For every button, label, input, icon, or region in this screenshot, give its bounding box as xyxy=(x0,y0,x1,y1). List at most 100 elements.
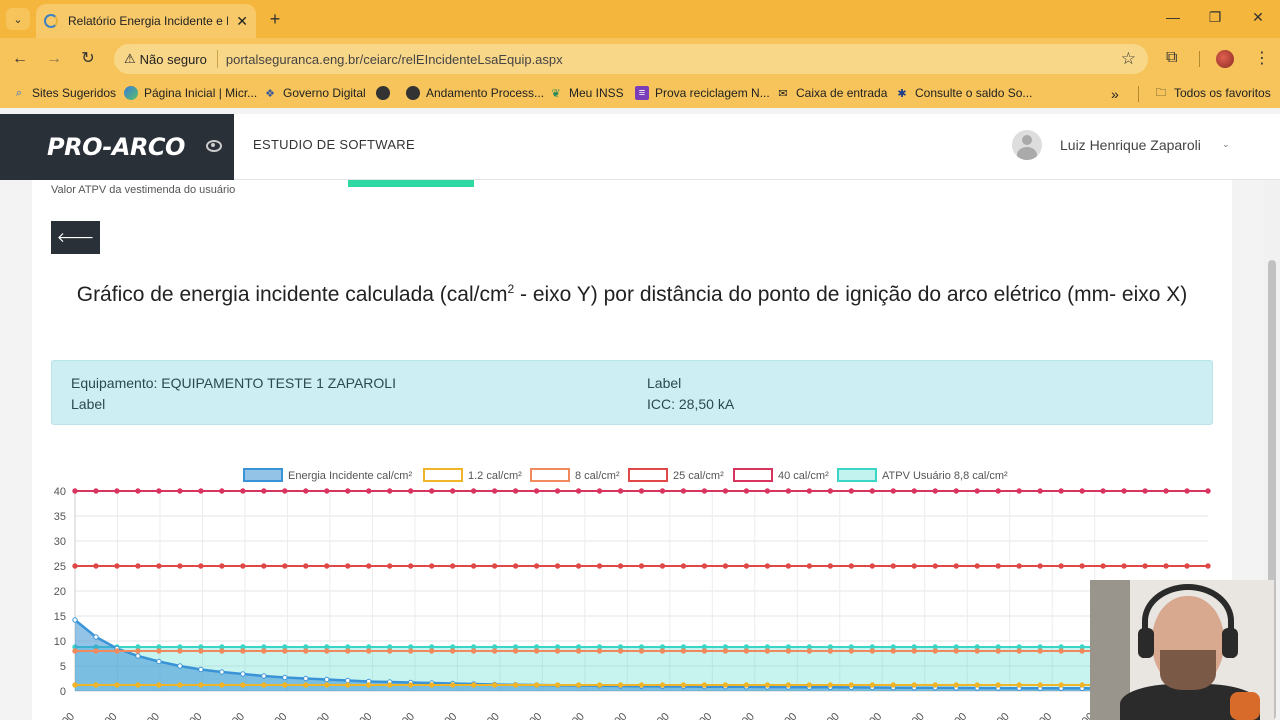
forward-arrow-icon[interactable]: → xyxy=(44,49,64,69)
edge-icon xyxy=(124,86,138,100)
series-limit-1-point xyxy=(785,682,792,688)
series-limit-3-point xyxy=(1184,563,1190,569)
series-limit-2-point xyxy=(680,648,687,654)
series-limit-1-point xyxy=(114,682,120,688)
toolbar-divider xyxy=(1199,51,1200,67)
bookmark-caixa-entrada[interactable]: ✉ Caixa de entrada xyxy=(776,86,887,100)
series-limit-1-point xyxy=(596,682,603,688)
series-limit-4-point xyxy=(827,488,834,494)
series-limit-1-point xyxy=(470,682,477,688)
series-limit-3-point xyxy=(953,563,959,569)
bookmark-globe[interactable] xyxy=(376,86,396,100)
series-limit-4-point xyxy=(1121,488,1127,494)
icc-value: ICC: 28,50 kA xyxy=(647,396,735,412)
bookmark-all-favorites[interactable]: 🗀 Todos os favoritos xyxy=(1154,86,1271,100)
minimize-icon[interactable]: — xyxy=(1158,9,1188,29)
security-indicator[interactable]: ⚠ Não seguro xyxy=(124,51,207,67)
series-limit-4-point xyxy=(114,488,120,494)
back-button[interactable]: 🡐 xyxy=(51,221,100,254)
extensions-puzzle-icon[interactable]: ⧉ xyxy=(1166,49,1177,67)
back-arrow-icon[interactable]: ← xyxy=(10,49,30,69)
brand-area[interactable]: PRO-ARCO xyxy=(0,114,234,180)
series-limit-2-point xyxy=(345,648,351,654)
series-limit-2-point xyxy=(470,648,477,654)
user-avatar[interactable] xyxy=(1012,130,1042,160)
x-tick-label: 00,00 xyxy=(304,711,332,720)
bookmark-sites-sugeridos[interactable]: ⌕ Sites Sugeridos xyxy=(12,86,116,100)
series-limit-3-point xyxy=(135,563,141,569)
series-limit-3-point xyxy=(911,563,917,569)
address-bar[interactable]: ⚠ Não seguro portalseguranca.eng.br/ceia… xyxy=(114,44,1148,74)
series-limit-1-point xyxy=(638,682,645,688)
series-limit-1-point xyxy=(932,682,938,688)
series-limit-1-point xyxy=(554,682,561,688)
series-limit-1-point xyxy=(428,682,435,688)
series-limit-4-point xyxy=(1205,488,1211,494)
series-energia-point xyxy=(282,674,288,681)
series-limit-4-point xyxy=(869,488,875,494)
bookmark-governo-digital[interactable]: ❖ Governo Digital xyxy=(263,86,366,100)
series-limit-2-point xyxy=(408,648,414,654)
window-close-icon[interactable]: ✕ xyxy=(1243,9,1273,29)
reload-icon[interactable]: ↻ xyxy=(78,49,98,69)
series-limit-2-point xyxy=(177,648,183,654)
series-limit-2-point xyxy=(932,648,938,654)
legend-label: Energia Incidente cal/cm² xyxy=(288,470,412,482)
bookmark-meu-inss[interactable]: ❦ Meu INSS xyxy=(549,86,623,100)
bookmarks-overflow-chevron[interactable]: » xyxy=(1111,86,1119,102)
y-tick-label: 0 xyxy=(60,686,66,698)
chart-title: Gráfico de energia incidente calculada (… xyxy=(76,282,1188,306)
new-tab-plus-icon[interactable]: + xyxy=(264,8,286,30)
globe-icon xyxy=(376,86,390,100)
bookmark-andamento[interactable]: Andamento Process... xyxy=(406,86,544,100)
profile-avatar-icon[interactable] xyxy=(1216,50,1234,68)
series-limit-3-point xyxy=(827,563,834,569)
bookmark-consulte-saldo[interactable]: ✱ Consulte o saldo So... xyxy=(895,86,1032,100)
x-tick-label: 00,00 xyxy=(602,711,630,720)
series-limit-2-point xyxy=(638,648,645,654)
user-name[interactable]: Luiz Henrique Zaparoli xyxy=(1060,137,1201,153)
series-energia-point xyxy=(324,676,330,683)
atpv-label: Valor ATPV da vestimenda do usuário xyxy=(51,184,236,196)
series-limit-1-point xyxy=(1079,682,1085,688)
bookmark-prova-reciclagem[interactable]: ≡ Prova reciclagem N... xyxy=(635,86,770,100)
x-tick-label: 00,00 xyxy=(559,711,587,720)
series-limit-3-point xyxy=(261,563,267,569)
info-label-left: Label xyxy=(71,396,106,412)
restore-icon[interactable]: ❐ xyxy=(1200,9,1230,29)
y-tick-label: 10 xyxy=(54,636,66,648)
series-limit-2-point xyxy=(848,648,855,654)
series-limit-3-point xyxy=(701,563,708,569)
series-energia-point xyxy=(72,617,78,623)
chevron-down-icon[interactable]: ⌄ xyxy=(1222,139,1230,150)
series-limit-1-point xyxy=(324,682,330,688)
series-limit-4-point xyxy=(366,488,372,494)
series-limit-1-point xyxy=(953,682,959,688)
browser-tab-bar: ⌄ Relatório Energia Incidente e LS ✕ + —… xyxy=(0,0,1280,38)
y-tick-label: 35 xyxy=(54,511,66,523)
series-limit-3-point xyxy=(1058,563,1064,569)
browser-tab-active[interactable]: Relatório Energia Incidente e LS ✕ xyxy=(36,4,256,38)
mail-icon: ✉ xyxy=(778,87,788,100)
series-limit-2-point xyxy=(303,648,309,654)
x-tick-label: 00,00 xyxy=(389,711,417,720)
series-limit-4-point xyxy=(617,488,624,494)
series-limit-3-point xyxy=(848,563,855,569)
series-limit-1-point xyxy=(198,682,204,688)
series-limit-3-point xyxy=(785,563,792,569)
equipment-info-box: Equipamento: EQUIPAMENTO TESTE 1 ZAPAROL… xyxy=(51,360,1213,425)
series-limit-3-point xyxy=(554,563,561,569)
browser-menu-icon[interactable]: ⋮ xyxy=(1254,48,1270,68)
tab-search-dropdown-icon[interactable]: ⌄ xyxy=(6,8,30,30)
bookmark-star-icon[interactable]: ☆ xyxy=(1121,49,1136,69)
tab-close-icon[interactable]: ✕ xyxy=(236,13,248,30)
series-energia-point xyxy=(156,658,162,665)
legend-label: 40 cal/cm² xyxy=(778,470,829,482)
series-limit-4-point xyxy=(387,488,393,494)
series-limit-2-point xyxy=(995,648,1001,654)
series-limit-3-point xyxy=(617,563,624,569)
series-limit-3-point xyxy=(387,563,393,569)
bookmark-pagina-inicial[interactable]: Página Inicial | Micr... xyxy=(124,86,257,100)
toggle-sidebar-eye-icon[interactable] xyxy=(206,140,222,152)
series-limit-1-point xyxy=(659,682,666,688)
